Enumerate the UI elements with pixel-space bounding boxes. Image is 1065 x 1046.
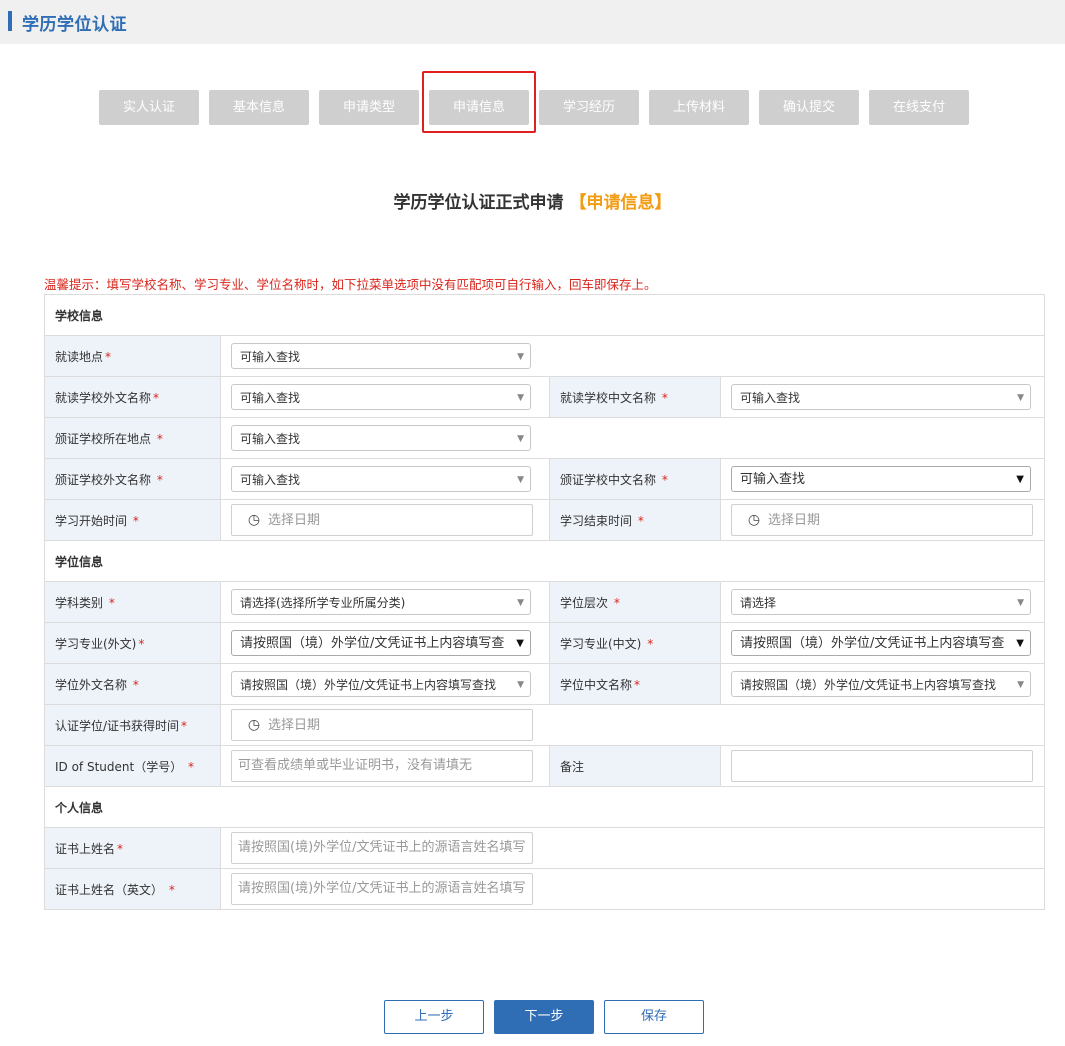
label-degree-level: 学位层次 *: [549, 581, 721, 623]
chevron-down-icon: ▼: [1017, 598, 1024, 608]
step-basic-info[interactable]: 基本信息: [209, 90, 309, 125]
page-header: 学历学位认证: [0, 0, 1065, 44]
cert-name-input[interactable]: 请按照国(境)外学位/文凭证书上的源语言姓名填写: [231, 832, 533, 864]
label-issuing-school-chinese-name: 颁证学校中文名称 *: [549, 458, 721, 500]
label-major-chinese: 学习专业(中文) *: [549, 622, 721, 664]
step-upload-materials[interactable]: 上传材料: [649, 90, 749, 125]
degree-level-select[interactable]: 请选择 ▼: [731, 589, 1031, 615]
label-discipline: 学科类别 *: [44, 581, 221, 623]
clock-icon: ◷: [247, 717, 261, 733]
remarks-input[interactable]: [731, 750, 1033, 782]
prev-step-button[interactable]: 上一步: [384, 1000, 484, 1034]
student-id-input[interactable]: 可查看成绩单或毕业证明书，没有请填无: [231, 750, 533, 782]
certificate-date-picker[interactable]: ◷ 选择日期: [231, 709, 533, 741]
page-title: 学历学位认证: [22, 15, 127, 35]
cert-name-en-input[interactable]: 请按照国(境)外学位/文凭证书上的源语言姓名填写: [231, 873, 533, 905]
clock-icon: ◷: [247, 512, 261, 528]
chevron-down-icon: ▼: [1017, 393, 1024, 403]
major-foreign-select[interactable]: 请按照国（境）外学位/文凭证书上内容填写查 ▼: [231, 630, 531, 656]
label-issuing-school-foreign-name: 颁证学校外文名称 *: [44, 458, 221, 500]
action-buttons: 上一步 下一步 保存: [0, 1000, 1065, 1036]
issuing-school-chinese-name-select[interactable]: 可输入查找 ▼: [731, 466, 1031, 492]
label-major-foreign: 学习专业(外文) *: [44, 622, 221, 664]
step-real-name-auth[interactable]: 实人认证: [99, 90, 199, 125]
issuing-school-foreign-name-select[interactable]: 可输入查找 ▼: [231, 466, 531, 492]
label-cert-name-en: 证书上姓名（英文） *: [44, 868, 221, 910]
label-school-foreign-name: 就读学校外文名称 *: [44, 376, 221, 418]
issuing-school-location-select[interactable]: 可输入查找 ▼: [231, 425, 531, 451]
step-confirm-submit[interactable]: 确认提交: [759, 90, 859, 125]
section-degree-info: 学位信息: [43, 540, 1046, 582]
chevron-down-icon: ▼: [517, 352, 524, 362]
warning-tip: 温馨提示：填写学校名称、学习专业、学位名称时，如下拉菜单选项中没有匹配项可自行输…: [44, 277, 657, 292]
current-step-highlight: [422, 71, 536, 133]
chevron-down-icon: ▼: [1017, 680, 1024, 690]
study-end-date-picker[interactable]: ◷ 选择日期: [731, 504, 1033, 536]
next-step-button[interactable]: 下一步: [494, 1000, 594, 1034]
application-form: 学校信息 就读地点 * 可输入查找 ▼ 就读学校外文名称 * 可输入查找 ▼ 就读学校中…: [43, 294, 1046, 910]
label-degree-chinese-name: 学位中文名称 *: [549, 663, 721, 705]
major-chinese-select[interactable]: 请按照国（境）外学位/文凭证书上内容填写查 ▼: [731, 630, 1031, 656]
section-personal-info: 个人信息: [43, 786, 1046, 828]
label-school-chinese-name: 就读学校中文名称 *: [549, 376, 721, 418]
step-application-type[interactable]: 申请类型: [319, 90, 419, 125]
label-cert-name: 证书上姓名 *: [44, 827, 221, 869]
label-issuing-school-location: 颁证学校所在地点 *: [44, 417, 221, 459]
label-student-id: ID of Student（学号） *: [44, 745, 221, 787]
label-study-location: 就读地点 *: [44, 335, 221, 377]
save-button[interactable]: 保存: [604, 1000, 704, 1034]
clock-icon: ◷: [747, 512, 761, 528]
chevron-down-icon: ▼: [517, 680, 524, 690]
chevron-down-icon: ▼: [516, 638, 524, 649]
label-study-end: 学习结束时间 *: [549, 499, 721, 541]
discipline-select[interactable]: 请选择(选择所学专业所属分类) ▼: [231, 589, 531, 615]
step-study-history[interactable]: 学习经历: [539, 90, 639, 125]
chevron-down-icon: ▼: [517, 393, 524, 403]
form-heading: 学历学位认证正式申请 【申请信息】: [0, 188, 1065, 213]
form-heading-main: 学历学位认证正式申请: [393, 193, 564, 213]
degree-chinese-name-select[interactable]: 请按照国（境）外学位/文凭证书上内容填写查找 ▼: [731, 671, 1031, 697]
study-location-select[interactable]: 可输入查找 ▼: [231, 343, 531, 369]
chevron-down-icon: ▼: [517, 434, 524, 444]
degree-foreign-name-select[interactable]: 请按照国（境）外学位/文凭证书上内容填写查找 ▼: [231, 671, 531, 697]
label-degree-foreign-name: 学位外文名称 *: [44, 663, 221, 705]
label-remarks: 备注: [549, 745, 721, 787]
section-school-info: 学校信息: [43, 294, 1046, 336]
chevron-down-icon: ▼: [517, 475, 524, 485]
header-accent-bar: [8, 11, 12, 31]
step-online-payment[interactable]: 在线支付: [869, 90, 969, 125]
chevron-down-icon: ▼: [517, 598, 524, 608]
label-certificate-time: 认证学位/证书获得时间 *: [44, 704, 221, 746]
chevron-down-icon: ▼: [1016, 638, 1024, 649]
label-study-start: 学习开始时间 *: [44, 499, 221, 541]
form-heading-highlight: 【申请信息】: [569, 193, 672, 213]
study-start-date-picker[interactable]: ◷ 选择日期: [231, 504, 533, 536]
chevron-down-icon: ▼: [1016, 474, 1024, 485]
school-foreign-name-select[interactable]: 可输入查找 ▼: [231, 384, 531, 410]
school-chinese-name-select[interactable]: 可输入查找 ▼: [731, 384, 1031, 410]
